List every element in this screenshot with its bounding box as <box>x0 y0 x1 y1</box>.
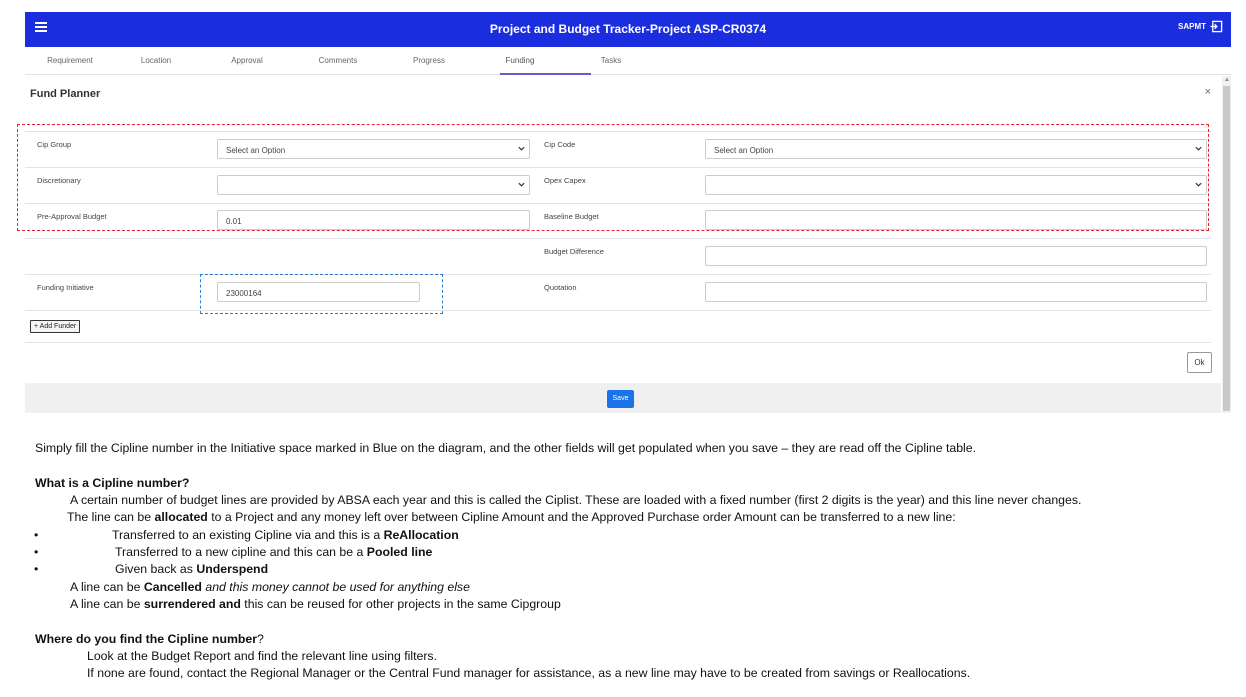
add-funder-button[interactable]: + Add Funder <box>30 320 81 333</box>
bullet-icon: • <box>34 545 39 559</box>
budget-difference-label: Budget Difference <box>544 247 604 256</box>
divider <box>25 238 1211 239</box>
scroll-up-icon[interactable]: ▲ <box>1224 77 1230 83</box>
text-run: A line can be <box>70 580 144 594</box>
question-heading: What is a Cipline number? <box>35 476 190 490</box>
intro-text: Simply fill the Cipline number in the In… <box>35 441 977 455</box>
text-run: Underspend <box>196 562 269 576</box>
ok-button[interactable]: Ok <box>1187 352 1212 373</box>
text-run: ReAllocation <box>383 528 459 542</box>
tab-tasks[interactable]: Tasks <box>566 56 656 65</box>
text-run: Where do you find the Cipline number <box>35 632 258 646</box>
text-run: Given back as <box>115 562 197 576</box>
panel-title: Fund Planner <box>30 88 101 100</box>
divider <box>25 342 1211 343</box>
text-run: and this money cannot be used for anythi… <box>201 580 470 594</box>
save-button[interactable]: Save <box>607 390 634 408</box>
question-heading: Where do you find the Cipline number? <box>35 632 264 646</box>
list-item: Transferred to a new cipline and this ca… <box>115 545 432 559</box>
paragraph: If none are found, contact the Regional … <box>87 666 971 680</box>
text-run: Transferred to a new cipline and this ca… <box>115 545 367 559</box>
budget-difference-input[interactable] <box>705 246 1207 266</box>
tab-funding[interactable]: Funding <box>475 56 565 65</box>
user-area: SAPMT <box>1178 20 1223 33</box>
list-item: Transferred to an existing Cipline via a… <box>112 528 459 542</box>
quotation-label: Quotation <box>544 283 577 292</box>
logout-icon[interactable] <box>1210 20 1223 33</box>
text-run: to a Project and any money left over bet… <box>207 510 956 524</box>
tab-comments[interactable]: Comments <box>293 56 383 65</box>
bullet-icon: • <box>34 528 39 542</box>
text-run: Pooled line <box>366 545 433 559</box>
text-run: Cancelled <box>143 580 202 594</box>
close-icon[interactable]: × <box>1205 86 1211 98</box>
paragraph: The line can be allocated to a Project a… <box>67 510 956 524</box>
scroll-thumb[interactable] <box>1223 86 1230 411</box>
scrollbar[interactable]: ▲ <box>1222 76 1231 413</box>
paragraph: A line can be Cancelled and this money c… <box>70 580 470 594</box>
text-run: this can be reused for other projects in… <box>240 597 561 611</box>
text-run: surrendered and <box>143 597 241 611</box>
tab-requirement[interactable]: Requirement <box>25 56 115 65</box>
app-title: Project and Budget Tracker-Project ASP-C… <box>489 22 767 36</box>
list-item: Given back as Underspend <box>115 562 268 576</box>
tab-location[interactable]: Location <box>111 56 201 65</box>
paragraph: A certain number of budget lines are pro… <box>70 493 1082 507</box>
text-run: allocated <box>154 510 208 524</box>
paragraph: Look at the Budget Report and find the r… <box>87 649 437 663</box>
tab-progress[interactable]: Progress <box>384 56 474 65</box>
funding-initiative-label: Funding Initiative <box>37 283 94 292</box>
text-run: Transferred to an existing Cipline via a… <box>112 528 384 542</box>
paragraph: A line can be surrendered and this can b… <box>70 597 561 611</box>
bullet-icon: • <box>34 562 39 576</box>
text-run: The line can be <box>67 510 155 524</box>
app-header: Project and Budget Tracker-Project ASP-C… <box>25 12 1231 47</box>
tab-approval[interactable]: Approval <box>202 56 292 65</box>
active-tab-indicator <box>500 73 591 75</box>
text-run: A line can be <box>70 597 144 611</box>
blue-annotation-box <box>200 274 443 314</box>
tab-bar: Requirement Location Approval Comments P… <box>25 51 1231 75</box>
text-run: ? <box>257 632 264 646</box>
username: SAPMT <box>1178 22 1206 31</box>
red-annotation-box <box>17 124 1209 231</box>
quotation-input[interactable] <box>705 282 1207 302</box>
